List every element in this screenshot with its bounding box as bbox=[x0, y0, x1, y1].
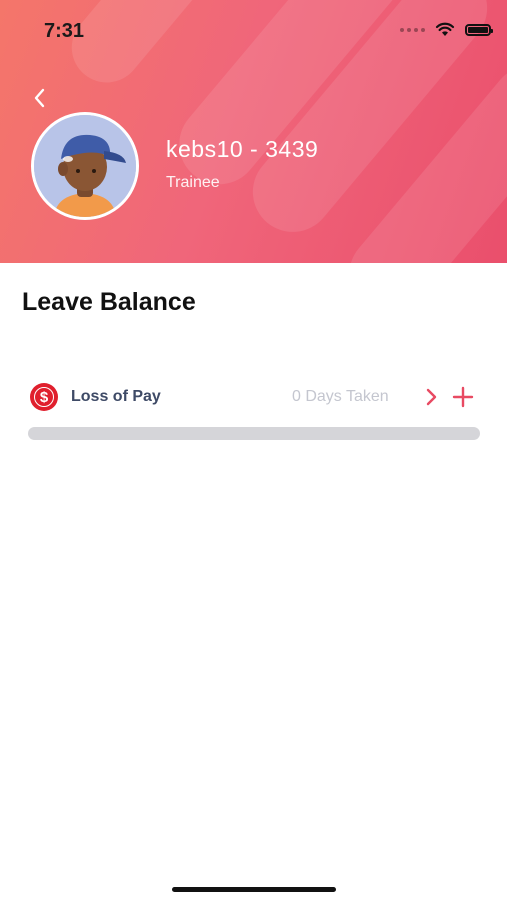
avatar-image bbox=[34, 115, 136, 217]
user-name: kebs10 - 3439 bbox=[166, 136, 319, 162]
home-indicator bbox=[172, 887, 336, 892]
status-time: 7:31 bbox=[44, 20, 85, 42]
chevron-right-icon[interactable] bbox=[424, 387, 440, 407]
avatar bbox=[31, 112, 139, 220]
status-icons bbox=[400, 22, 493, 37]
dollar-icon: $ bbox=[30, 383, 58, 411]
wifi-icon bbox=[435, 22, 455, 36]
profile-header: 7:31 kebs10 - 3439 Trainee bbox=[0, 0, 507, 263]
battery-icon bbox=[465, 23, 493, 36]
leave-type-label: Loss of Pay bbox=[71, 388, 161, 405]
add-leave-button[interactable] bbox=[452, 386, 474, 408]
leave-balance-title: Leave Balance bbox=[22, 288, 196, 316]
signal-icon bbox=[400, 27, 425, 32]
days-taken-label: 0 Days Taken bbox=[292, 388, 389, 405]
user-role: Trainee bbox=[166, 174, 220, 191]
leave-progress-bar bbox=[28, 427, 480, 440]
chevron-left-icon[interactable] bbox=[28, 86, 52, 110]
leave-item-loss-of-pay[interactable]: $ Loss of Pay 0 Days Taken bbox=[28, 380, 480, 414]
